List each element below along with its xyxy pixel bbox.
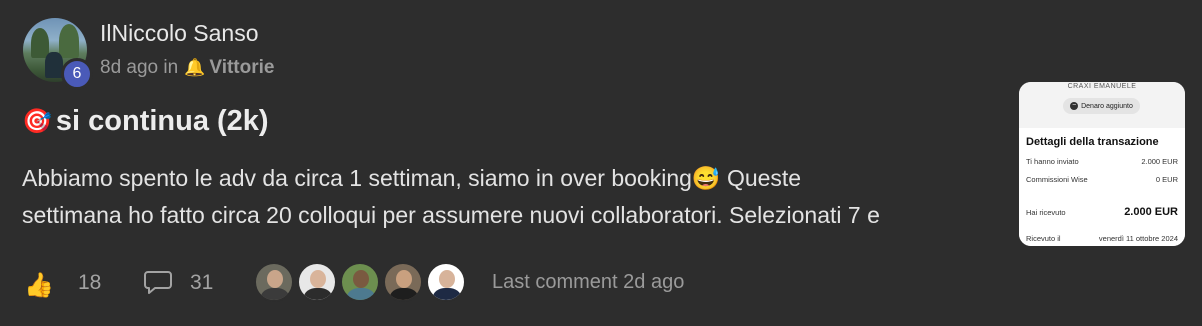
row-value: venerdì 11 ottobre 2024 <box>1098 234 1178 243</box>
transaction-row: Ti hanno inviato 2.000 EUR <box>1026 157 1178 166</box>
author-avatar[interactable]: 6 <box>23 18 93 90</box>
avatar-torso <box>433 288 461 300</box>
commenter-avatar[interactable] <box>340 262 380 302</box>
avatar-torso <box>304 288 332 300</box>
last-comment-time: Last comment 2d ago <box>492 271 685 293</box>
transaction-heading: Dettagli della transazione <box>1026 136 1159 148</box>
like-count[interactable]: 18 <box>78 271 101 295</box>
bell-icon: 🔔 <box>184 58 206 77</box>
avatar-torso <box>347 288 375 300</box>
transaction-row: Commissioni Wise 0 EUR <box>1026 175 1178 184</box>
transaction-row: Ricevuto il venerdì 11 ottobre 2024 <box>1026 234 1178 243</box>
post-time[interactable]: 8d ago <box>100 57 158 79</box>
comment-count[interactable]: 31 <box>190 271 213 295</box>
avatar-head <box>439 270 455 288</box>
recent-commenters[interactable] <box>254 262 469 302</box>
commenter-avatar[interactable] <box>254 262 294 302</box>
thumbs-up-icon[interactable]: 👍 <box>24 271 54 300</box>
row-label: Ti hanno inviato <box>1026 157 1079 166</box>
row-value: 2.000 EUR <box>1141 157 1178 166</box>
commenter-avatar[interactable] <box>426 262 466 302</box>
avatar-torso <box>261 288 289 300</box>
post-title-text: si continua (2k) <box>55 105 269 137</box>
row-value: 2.000 EUR <box>1124 206 1178 218</box>
comment-bubble-icon[interactable] <box>144 270 172 294</box>
commenter-avatar[interactable] <box>297 262 337 302</box>
avatar-palm-1 <box>31 28 49 58</box>
post-title[interactable]: 🎯 si continua (2k) <box>22 105 269 138</box>
avatar-head <box>267 270 283 288</box>
category-link[interactable]: Vittorie <box>209 57 274 79</box>
post-footer: 👍 18 31 Last comment 2d ago <box>0 262 1202 304</box>
avatar-palm-2 <box>59 24 79 58</box>
row-label: Hai ricevuto <box>1026 207 1066 217</box>
thumbnail-name: CRAXI EMANUELE <box>1067 83 1137 90</box>
author-name[interactable]: IlNiccolo Sanso <box>100 20 259 47</box>
avatar-head <box>396 270 412 288</box>
thumbnail-pill: − Denaro aggiunto <box>1063 98 1140 114</box>
post-meta: 8d ago in 🔔 Vittorie <box>100 57 274 79</box>
post-body[interactable]: Abbiamo spento le adv da circa 1 settima… <box>22 160 997 234</box>
row-label: Ricevuto il <box>1026 234 1061 243</box>
minus-circle-icon: − <box>1070 102 1079 110</box>
avatar-torso <box>390 288 418 300</box>
row-label: Commissioni Wise <box>1026 175 1088 184</box>
avatar-head <box>310 270 326 288</box>
target-emoji-icon: 🎯 <box>22 108 52 135</box>
post-card[interactable]: 6 IlNiccolo Sanso 8d ago in 🔔 Vittorie 🎯… <box>0 0 1202 326</box>
avatar-head <box>353 270 369 288</box>
transaction-card: Dettagli della transazione Ti hanno invi… <box>1019 128 1185 246</box>
transaction-row: Hai ricevuto 2.000 EUR <box>1026 206 1178 218</box>
row-value: 0 EUR <box>1155 175 1178 184</box>
level-badge: 6 <box>61 58 93 90</box>
post-body-line-1: Abbiamo spento le adv da circa 1 settima… <box>22 165 802 191</box>
post-body-line-2: settimana ho fatto circa 20 colloqui per… <box>22 202 880 228</box>
in-label: in <box>163 57 179 78</box>
pill-label: Denaro aggiunto <box>1081 102 1133 110</box>
commenter-avatar[interactable] <box>383 262 423 302</box>
attachment-thumbnail[interactable]: CRAXI EMANUELE − Denaro aggiunto Dettagl… <box>1019 82 1185 246</box>
thumbnail-header: CRAXI EMANUELE − Denaro aggiunto <box>1019 82 1185 128</box>
